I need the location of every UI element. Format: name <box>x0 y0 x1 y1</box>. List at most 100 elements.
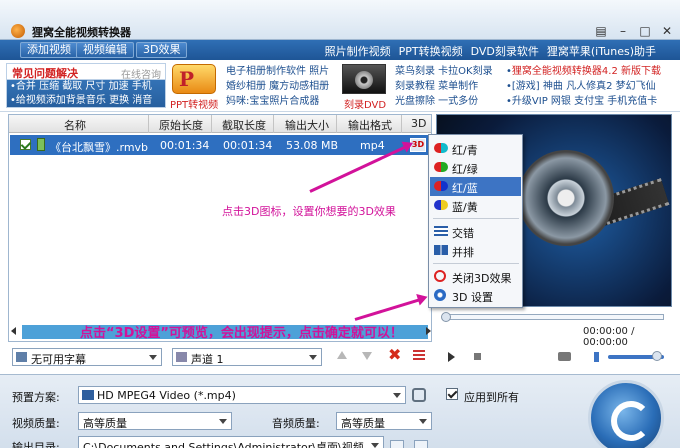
video-quality-select[interactable]: 高等质量 <box>78 412 232 430</box>
app-logo-icon <box>11 24 25 38</box>
seek-bar[interactable] <box>441 312 664 322</box>
edit-video-button[interactable]: 视频编辑 <box>76 42 134 58</box>
video-file-icon <box>37 138 45 151</box>
faq-online-link[interactable]: 在线咨询 <box>121 66 161 81</box>
video-format-icon <box>82 390 94 400</box>
menu-item-interlaced[interactable]: 交错 <box>430 222 521 241</box>
ad-news-item[interactable]: •[游戏] 神曲 凡人修真2 梦幻飞仙 <box>506 79 661 94</box>
row-checkbox[interactable] <box>20 139 31 150</box>
skin-menu-icon[interactable]: ▤ <box>594 24 608 38</box>
menu-item-blue-yellow[interactable]: 蓝/黄 <box>430 196 521 215</box>
ppt-caption[interactable]: PPT转视频 <box>170 96 218 111</box>
faq-line[interactable]: •合并 压缩 截取 尺寸 加速 手机 <box>7 80 165 94</box>
convert-button[interactable] <box>588 380 664 448</box>
preset-select[interactable]: HD MPEG4 Video (*.mp4) <box>78 386 406 404</box>
move-up-icon[interactable] <box>337 351 347 359</box>
output-dir-label: 输出目录: <box>12 441 60 448</box>
maximize-button[interactable]: □ <box>638 24 652 38</box>
audio-quality-label: 音频质量: <box>272 417 320 430</box>
video-quality-label: 视频质量: <box>12 417 60 430</box>
minimize-button[interactable]: – <box>616 24 630 38</box>
output-dir-select[interactable]: C:\Documents and Settings\Administrator\… <box>78 436 384 448</box>
window-controls: ▤ – □ ✕ <box>594 24 674 38</box>
move-down-icon[interactable] <box>362 352 372 360</box>
faq-box: 常见问题解决 在线咨询 •合并 压缩 截取 尺寸 加速 手机 •给视频添加背景音… <box>6 63 166 108</box>
apply-all-checkbox[interactable] <box>446 388 458 400</box>
link-dvd-burn[interactable]: DVD刻录软件 <box>471 43 539 59</box>
cell-cut-length: 00:01:34 <box>223 139 273 152</box>
ad-link[interactable]: 电子相册制作软件 照片 <box>226 64 329 79</box>
link-itunes-helper[interactable]: 狸窝苹果(iTunes)助手 <box>547 43 656 59</box>
seek-knob[interactable] <box>441 312 451 322</box>
menu-item-side-by-side[interactable]: 并排 <box>430 241 521 260</box>
gear-icon <box>434 289 446 301</box>
faq-line[interactable]: •给视频添加背景音乐 更换 消音 <box>7 94 165 108</box>
browse-folder-icon[interactable] <box>390 440 404 448</box>
chevron-down-icon <box>149 355 157 360</box>
wrench-icon[interactable] <box>412 388 426 402</box>
ad-news-item[interactable]: •狸窝全能视频转换器4.2 新版下载 <box>506 64 661 79</box>
stop-icon[interactable] <box>474 353 481 360</box>
add-video-button[interactable]: 添加视频 <box>20 42 78 58</box>
chevron-down-icon <box>419 419 427 424</box>
scroll-left-icon[interactable] <box>11 327 16 335</box>
ad-column-news: •狸窝全能视频转换器4.2 新版下载 •[游戏] 神曲 凡人修真2 梦幻飞仙 •… <box>506 64 661 109</box>
chevron-down-icon <box>371 443 379 448</box>
play-icon[interactable] <box>448 352 455 362</box>
snapshot-camera-icon[interactable] <box>558 352 571 361</box>
close-button[interactable]: ✕ <box>660 24 674 38</box>
ad-link[interactable]: 婚纱相册 魔方动感相册 <box>226 79 329 94</box>
audio-quality-select[interactable]: 高等质量 <box>336 412 432 430</box>
col-cut-length[interactable]: 截取长度 <box>222 117 266 133</box>
menu-item-3d-settings[interactable]: 3D 设置 <box>430 286 521 305</box>
ad-link[interactable]: 妈咪:宝宝照片合成器 <box>226 94 329 109</box>
delete-icon[interactable]: ✖ <box>388 347 401 363</box>
ad-link[interactable]: 刻录教程 菜单制作 <box>395 79 493 94</box>
anaglyph-glasses-icon <box>434 162 448 172</box>
column-headers: 名称 原始长度 截取长度 输出大小 输出格式 3D <box>9 115 431 133</box>
audio-track-select[interactable]: 声道 1 <box>172 348 322 366</box>
link-photo-video[interactable]: 照片制作视频 <box>325 43 391 59</box>
link-ppt-video[interactable]: PPT转换视频 <box>399 43 463 59</box>
annotation-3d-settings: 点击“3D设置”可预览，会出现提示，点击确定就可以！ <box>80 326 403 341</box>
ppt-logo-icon[interactable] <box>172 64 216 94</box>
open-folder-icon[interactable] <box>414 440 428 448</box>
preset-label: 预置方案: <box>12 391 60 404</box>
col-3d[interactable]: 3D <box>411 117 426 130</box>
list-settings-icon[interactable] <box>413 350 425 362</box>
chevron-down-icon <box>309 355 317 360</box>
chevron-down-icon <box>393 393 401 398</box>
ad-link[interactable]: 菜鸟刻录 卡拉OK刻录 <box>395 64 493 79</box>
cell-size: 53.08 MB <box>286 139 339 152</box>
scroll-right-icon[interactable] <box>426 327 431 335</box>
col-orig-length[interactable]: 原始长度 <box>159 117 203 133</box>
faq-title[interactable]: 常见问题解决 <box>12 65 78 81</box>
top-links: 照片制作视频 PPT转换视频 DVD刻录软件 狸窝苹果(iTunes)助手 <box>325 43 656 59</box>
ad-news-item[interactable]: •升级VIP 网银 支付宝 手机充值卡 <box>506 94 661 109</box>
title-bar: 狸窝全能视频转换器 ▤ – □ ✕ <box>0 0 680 40</box>
3d-effect-button[interactable]: 3D效果 <box>136 42 188 58</box>
annotation-3d-icon: 点击3D图标，设置你想要的3D效果 <box>222 205 396 218</box>
playback-time: 00:00:00 / 00:00:00 <box>583 326 635 348</box>
col-name[interactable]: 名称 <box>64 117 86 133</box>
menu-item-red-blue[interactable]: 红/蓝 <box>430 177 521 196</box>
col-output-format[interactable]: 输出格式 <box>348 117 392 133</box>
dvd-caption[interactable]: 刻录DVD <box>344 96 386 111</box>
menu-item-disable-3d[interactable]: 关闭3D效果 <box>430 267 521 286</box>
subtitle-select[interactable]: 无可用字幕 <box>12 348 162 366</box>
volume-knob[interactable] <box>652 351 662 361</box>
anaglyph-glasses-icon <box>434 143 448 153</box>
col-output-size[interactable]: 输出大小 <box>285 117 329 133</box>
dvd-thumbnail-icon[interactable] <box>342 64 386 94</box>
menu-item-red-green[interactable]: 红/绿 <box>430 158 521 177</box>
table-row[interactable]: 《台北飘雪》.rmvb 00:01:34 00:01:34 53.08 MB m… <box>10 135 430 155</box>
anaglyph-glasses-icon <box>434 181 448 191</box>
volume-icon[interactable] <box>594 352 604 362</box>
ad-link[interactable]: 光盘擦除 一式多份 <box>395 94 493 109</box>
side-by-side-icon <box>434 245 448 255</box>
disable-icon <box>434 270 446 282</box>
menu-item-red-cyan[interactable]: 红/青 <box>430 139 521 158</box>
apply-all-label: 应用到所有 <box>464 391 519 404</box>
cell-format: mp4 <box>360 139 385 152</box>
menu-bar: 添加视频 视频编辑 3D效果 照片制作视频 PPT转换视频 DVD刻录软件 狸窝… <box>0 40 680 60</box>
